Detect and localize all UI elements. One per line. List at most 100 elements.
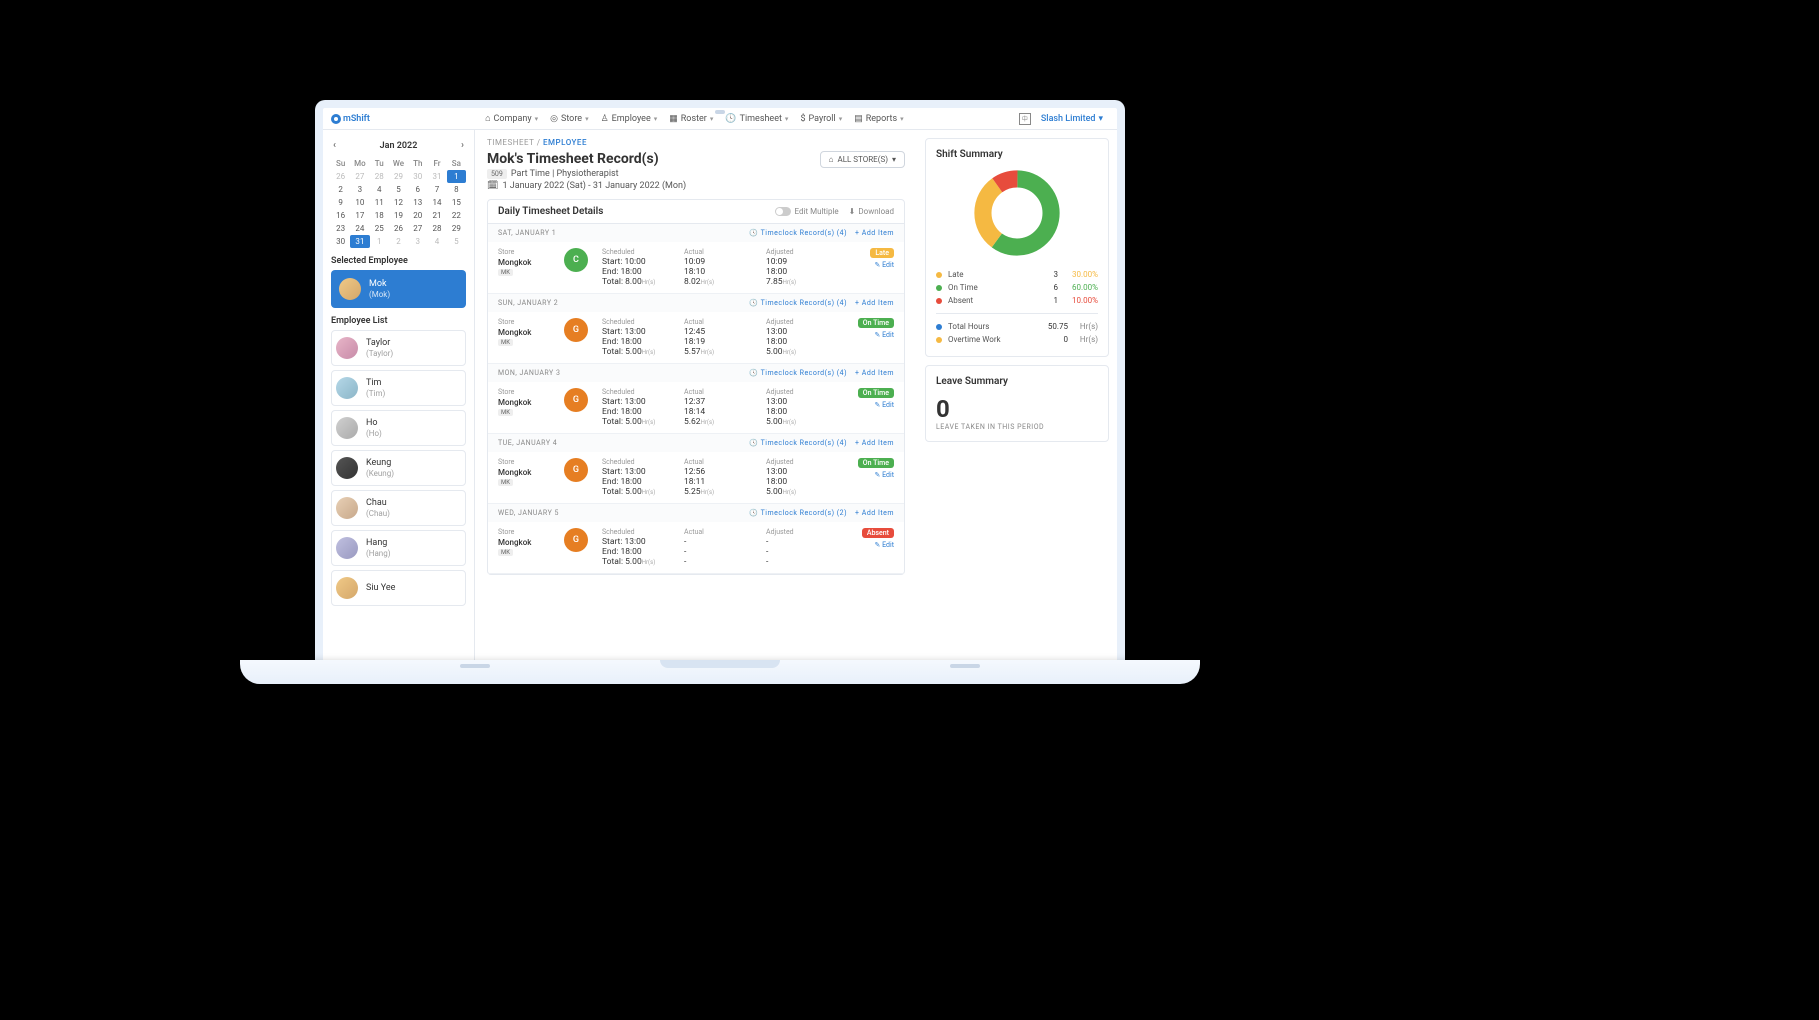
add-item-link[interactable]: + Add Item <box>855 439 894 447</box>
edit-multiple-toggle[interactable]: Edit Multiple <box>775 207 839 216</box>
edit-link[interactable]: ✎ Edit <box>850 541 894 549</box>
timeclock-records-link[interactable]: 🕓 Timeclock Record(s) (2) <box>749 509 847 517</box>
nav-item-employee[interactable]: ♙Employee▾ <box>595 113 664 124</box>
calendar-day[interactable]: 20 <box>408 209 427 222</box>
nav-item-timesheet[interactable]: 🕓Timesheet▾ <box>719 113 794 124</box>
calendar-day[interactable]: 22 <box>447 209 466 222</box>
calendar-next-button[interactable]: › <box>459 138 466 153</box>
timeclock-records-link[interactable]: 🕓 Timeclock Record(s) (4) <box>749 439 847 447</box>
calendar-day[interactable]: 7 <box>427 183 446 196</box>
calendar-day[interactable]: 21 <box>427 209 446 222</box>
calendar-day[interactable]: 27 <box>350 170 369 183</box>
employee-name: Taylor <box>366 338 393 349</box>
calendar-day[interactable]: 11 <box>370 196 389 209</box>
legend-row: Absent110.00% <box>936 294 1098 307</box>
nav-item-store[interactable]: ◎Store▾ <box>544 113 594 124</box>
edit-link[interactable]: ✎ Edit <box>850 331 894 339</box>
calendar-day[interactable]: 29 <box>389 170 408 183</box>
calendar-day[interactable]: 5 <box>447 235 466 248</box>
calendar-day[interactable]: 30 <box>408 170 427 183</box>
calendar-day[interactable]: 5 <box>389 183 408 196</box>
employee-list-item[interactable]: Chau(Chau) <box>331 490 466 526</box>
employee-list-item[interactable]: Tim(Tim) <box>331 370 466 406</box>
edit-link[interactable]: ✎ Edit <box>850 401 894 409</box>
calendar-day[interactable]: 2 <box>389 235 408 248</box>
adjusted-total: 5.00Hr(s) <box>766 487 840 497</box>
nav-item-payroll[interactable]: $Payroll▾ <box>794 113 848 124</box>
calendar-day[interactable]: 18 <box>370 209 389 222</box>
calendar-day[interactable]: 28 <box>370 170 389 183</box>
scheduled-total: Total: 5.00Hr(s) <box>602 557 676 567</box>
calendar-day[interactable]: 8 <box>447 183 466 196</box>
store-filter-dropdown[interactable]: ⌂ ALL STORE(S) ▾ <box>820 151 905 168</box>
calendar-day[interactable]: 1 <box>370 235 389 248</box>
calendar-day[interactable]: 17 <box>350 209 369 222</box>
legend-total-row: Overtime Work0Hr(s) <box>936 333 1098 346</box>
breadcrumb-root[interactable]: TIMESHEET <box>487 138 534 147</box>
scheduled-end: End: 18:00 <box>602 547 676 557</box>
calendar-day[interactable]: 14 <box>427 196 446 209</box>
calendar-day[interactable]: 25 <box>370 222 389 235</box>
calendar-day[interactable]: 3 <box>350 183 369 196</box>
employee-list-item[interactable]: Siu Yee <box>331 570 466 606</box>
calendar-day[interactable]: 9 <box>331 196 350 209</box>
employee-list-item[interactable]: Keung(Keung) <box>331 450 466 486</box>
calendar-day[interactable]: 6 <box>408 183 427 196</box>
leave-summary-title: Leave Summary <box>936 376 1098 387</box>
home-icon: ⌂ <box>829 155 834 164</box>
nav-item-reports[interactable]: ▤Reports▾ <box>848 113 909 124</box>
calendar-day[interactable]: 1 <box>447 170 466 183</box>
language-icon[interactable]: 中 <box>1019 113 1031 125</box>
logo[interactable]: mShift <box>331 114 370 124</box>
add-item-link[interactable]: + Add Item <box>855 509 894 517</box>
calendar-weekday: Sa <box>447 157 466 170</box>
store-column-label: Store <box>498 528 554 536</box>
selected-employee-card[interactable]: Mok (Mok) <box>331 270 466 308</box>
calendar-day[interactable]: 16 <box>331 209 350 222</box>
calendar-day[interactable]: 27 <box>408 222 427 235</box>
add-item-link[interactable]: + Add Item <box>855 369 894 377</box>
calendar-day[interactable]: 26 <box>331 170 350 183</box>
calendar-day[interactable]: 29 <box>447 222 466 235</box>
download-button[interactable]: ⬇ Download <box>849 207 894 216</box>
day-date: MON, JANUARY 3 <box>498 369 560 377</box>
calendar-day[interactable]: 26 <box>389 222 408 235</box>
timeclock-records-link[interactable]: 🕓 Timeclock Record(s) (4) <box>749 369 847 377</box>
calendar-day[interactable]: 15 <box>447 196 466 209</box>
employee-list-item[interactable]: Taylor(Taylor) <box>331 330 466 366</box>
edit-link[interactable]: ✎ Edit <box>850 261 894 269</box>
calendar-day[interactable]: 13 <box>408 196 427 209</box>
add-item-link[interactable]: + Add Item <box>855 299 894 307</box>
calendar-day[interactable]: 24 <box>350 222 369 235</box>
actual-start: 10:09 <box>684 257 758 267</box>
calendar-day[interactable]: 4 <box>427 235 446 248</box>
adjusted-total: - <box>766 557 840 567</box>
nav-item-company[interactable]: ⌂Company▾ <box>479 113 544 124</box>
nav-item-roster[interactable]: ▦Roster▾ <box>663 113 719 124</box>
legend-pct: 60.00% <box>1058 283 1098 292</box>
calendar-day[interactable]: 3 <box>408 235 427 248</box>
add-item-link[interactable]: + Add Item <box>855 229 894 237</box>
nav-label: Employee <box>612 114 651 124</box>
calendar-day[interactable]: 19 <box>389 209 408 222</box>
timeclock-records-link[interactable]: 🕓 Timeclock Record(s) (4) <box>749 299 847 307</box>
calendar-day[interactable]: 31 <box>427 170 446 183</box>
calendar-day[interactable]: 28 <box>427 222 446 235</box>
calendar-day[interactable]: 23 <box>331 222 350 235</box>
calendar-day[interactable]: 30 <box>331 235 350 248</box>
calendar-day[interactable]: 2 <box>331 183 350 196</box>
nav-label: Payroll <box>809 114 836 124</box>
legend-unit: Hr(s) <box>1068 322 1098 331</box>
calendar-prev-button[interactable]: ‹ <box>331 138 338 153</box>
edit-multiple-label: Edit Multiple <box>795 207 839 216</box>
employee-list-item[interactable]: Hang(Hang) <box>331 530 466 566</box>
calendar-day[interactable]: 4 <box>370 183 389 196</box>
calendar-day[interactable]: 31 <box>350 235 369 248</box>
store-name: Mongkok <box>498 538 554 547</box>
timeclock-records-link[interactable]: 🕓 Timeclock Record(s) (4) <box>749 229 847 237</box>
edit-link[interactable]: ✎ Edit <box>850 471 894 479</box>
calendar-day[interactable]: 10 <box>350 196 369 209</box>
calendar-day[interactable]: 12 <box>389 196 408 209</box>
company-dropdown[interactable]: Slash Limited ▾ <box>1035 114 1109 124</box>
employee-list-item[interactable]: Ho(Ho) <box>331 410 466 446</box>
